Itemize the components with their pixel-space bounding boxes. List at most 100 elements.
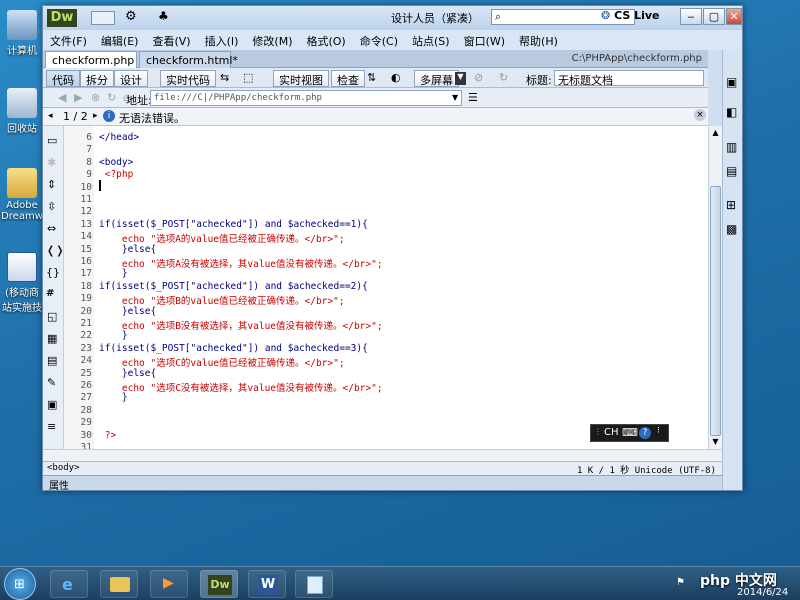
live-code-button[interactable]: 实时代码 [160,70,216,87]
live-view-button[interactable]: 实时视图 [273,70,329,87]
ap-elements-icon[interactable]: ▥ [726,140,737,154]
code-line[interactable]: } [99,392,128,403]
menu-item[interactable]: 格式(O) [299,30,352,49]
inspect-arrow-icon[interactable]: ⇆ [220,71,229,84]
split-view-button[interactable]: 拆分 [80,70,114,87]
cs-live-button[interactable]: ❂ CS Live [601,9,660,22]
previous-icon[interactable]: ◂ [48,111,53,121]
menu-item[interactable]: 插入(I) [198,30,246,49]
scroll-thumb[interactable] [710,186,721,436]
design-view-button[interactable]: 设计 [114,70,148,87]
taskbar-explorer[interactable] [100,570,138,598]
ime-language[interactable]: CH [604,427,619,438]
horizontal-scrollbar[interactable] [43,449,722,461]
menu-item[interactable]: 命令(C) [353,30,405,49]
assets-panel-icon[interactable]: ▩ [726,222,737,236]
maximize-button[interactable]: ▢ [703,8,725,25]
multiscreen-button[interactable]: 多屏幕 [414,70,459,87]
vertical-scrollbar[interactable]: ▲ ▼ [708,126,722,449]
tab-checkform-html[interactable]: checkform.html* × [139,51,238,80]
media-player-icon: ▶ [163,575,174,591]
desktop-icon-recycle-bin[interactable]: 回收站 [0,88,44,135]
code-line[interactable]: } [99,330,128,341]
code-line[interactable]: <body> [99,157,133,168]
stop-icon[interactable]: ⊗ [91,91,100,104]
desktop-icon-label: 计算机 [7,46,37,57]
css-styles-icon[interactable]: ◧ [726,105,737,119]
refresh-view-icon[interactable]: ⬚ [243,71,253,84]
code-line[interactable]: echo "选项C没有被选择，其value值没有被传递。</br>"; [99,380,383,394]
close-icon[interactable]: × [694,109,706,121]
code-line[interactable]: }else{ [99,368,156,379]
code-line[interactable]: echo "选项B没有被选择，其value值没有被传递。</br>"; [99,318,383,332]
properties-panel-header[interactable]: 属性 [43,475,722,492]
site-icon[interactable]: ♣ [158,9,169,23]
code-line[interactable]: </head> [99,132,139,143]
title-input[interactable]: 无标题文档 [554,70,704,87]
menu-item[interactable]: 文件(F) [43,30,94,49]
tag-body[interactable]: <body> [47,463,80,473]
code-line[interactable]: }else{ [99,306,156,317]
tray-flag-icon[interactable]: ⚑ [676,577,685,588]
scroll-down-icon[interactable]: ▼ [710,437,721,447]
grip-icon[interactable]: ⋮ [594,427,602,436]
help-icon[interactable]: ? [639,427,651,439]
workspace-switcher[interactable]: 设计人员（紧凑） [391,10,479,26]
ime-toolbar[interactable]: ⋮ CH ⌨ ? ⁝ [590,424,669,442]
taskbar-word[interactable]: W [248,570,286,598]
clock-date[interactable]: 2014/6/24 [737,587,788,598]
inspect-button[interactable]: 检查 [331,70,365,87]
code-line[interactable]: } [99,268,128,279]
menu-item[interactable]: 查看(V) [145,30,197,49]
code-line[interactable]: }else{ [99,244,156,255]
menu-item[interactable]: 帮助(H) [512,30,565,49]
options-icon[interactable]: ⁝ [657,426,660,436]
code-line[interactable]: if(isset($_POST["achecked"]) and $acheck… [99,281,368,292]
address-input[interactable]: file:///C|/PHPApp/checkform.php [150,90,462,106]
menu-item[interactable]: 窗口(W) [457,30,512,49]
chevron-down-icon[interactable]: ▼ [452,93,458,102]
close-button[interactable]: ✕ [726,8,742,25]
menu-item[interactable]: 编辑(E) [94,30,146,49]
search-icon: ⌕ [495,10,502,23]
start-button[interactable]: ⊞ [4,568,36,600]
desktop-icon-dreamweaver[interactable]: Adobe Dreamw [0,168,44,222]
next-icon[interactable]: ▸ [93,111,98,121]
layout-icon[interactable] [91,11,115,25]
refresh-icon[interactable]: ↻ [499,71,508,84]
back-icon[interactable]: ◀ [58,91,66,104]
code-area[interactable]: </head> <body> <?php if(isset($_POST["ache… [43,126,708,449]
insert-panel-icon[interactable]: ▣ [726,75,737,89]
view-options-icon[interactable]: ☰ [468,91,478,104]
code-line[interactable]: ?> [99,430,116,441]
taskbar-ie[interactable]: e [50,570,88,598]
menu-item[interactable]: 站点(S) [405,30,457,49]
code-editor[interactable]: ▭ ✱ ⇕ ⇳ ⇔ ❬❭ {} # ◱ ▦ ▤ ✎ ▣ ≡ 6 7 8 9 10 11 12… [43,126,708,453]
taskbar-notepad[interactable] [295,570,333,598]
code-line[interactable]: if(isset($_POST["achecked"]) and $acheck… [99,343,368,354]
desktop-icon-computer[interactable]: 计算机 [0,10,44,57]
chevron-down-icon[interactable]: ▼ [455,72,466,85]
taskbar-dreamweaver[interactable]: Dw [200,570,238,598]
keyboard-icon[interactable]: ⌨ [622,426,638,439]
w3c-validate-icon[interactable]: ⊘ [474,71,483,84]
forward-icon[interactable]: ▶ [74,91,82,104]
file-transfer-icon[interactable]: ⇅ [367,71,376,84]
code-line[interactable]: <?php [99,169,134,180]
menubar: 文件(F) 编辑(E) 查看(V) 插入(I) 修改(M) 格式(O) 命令(C) 站点(S)… [43,30,742,50]
desktop-icon-word-doc[interactable]: (移动商 站实施技 [0,252,44,314]
tab-checkform-php[interactable]: checkform.php × [45,51,137,80]
code-line[interactable]: if(isset($_POST["achecked"]) and $acheck… [99,219,368,230]
tag-inspector-icon[interactable]: ▤ [726,164,737,178]
code-line[interactable]: echo "选项A没有被选择，其value值没有被传递。</br>"; [99,256,383,270]
windows-logo-icon: ⊞ [14,577,25,592]
menu-item[interactable]: 修改(M) [245,30,299,49]
files-panel-icon[interactable]: ⊞ [726,198,736,212]
minimize-button[interactable]: ‒ [680,8,702,25]
refresh-icon[interactable]: ↻ [107,91,116,104]
taskbar-media-player[interactable]: ▶ [150,570,188,598]
scroll-up-icon[interactable]: ▲ [710,128,721,138]
browser-preview-icon[interactable]: ◐ [391,71,401,84]
gear-icon[interactable]: ⚙ [125,9,137,24]
code-view-button[interactable]: 代码 [46,70,80,87]
